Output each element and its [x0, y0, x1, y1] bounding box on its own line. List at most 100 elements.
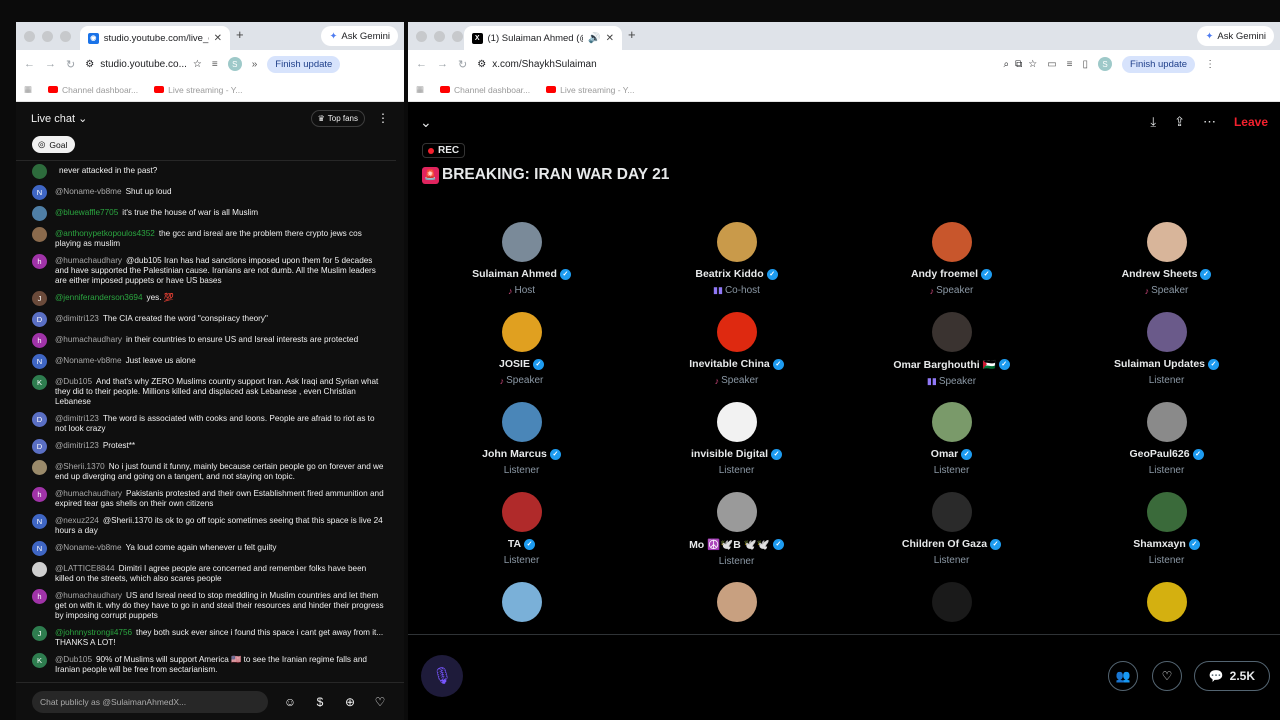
- site-settings-icon[interactable]: ⚙: [477, 59, 486, 70]
- chat-message[interactable]: h @humachaudhary in their countries to ens…: [16, 330, 396, 351]
- participant-avatar[interactable]: [501, 582, 542, 622]
- finish-update-button[interactable]: Finish update: [1122, 55, 1196, 73]
- participant-avatar[interactable]: [501, 492, 542, 532]
- extensions-icon[interactable]: ≡: [1067, 59, 1073, 70]
- author-name[interactable]: @humachaudhary: [55, 489, 122, 498]
- author-name[interactable]: @Dub105: [55, 377, 92, 386]
- author-name[interactable]: @Noname-vb8me: [55, 187, 122, 196]
- chat-message[interactable]: h @humachaudhary US and Isreal need to sto…: [16, 586, 396, 623]
- reload-icon[interactable]: ↻: [458, 58, 467, 71]
- participant-avatar[interactable]: [716, 582, 757, 622]
- chat-mode-dropdown[interactable]: Live chat ⌄: [31, 112, 87, 125]
- heart-icon[interactable]: ♡: [372, 695, 388, 709]
- reload-icon[interactable]: ↻: [66, 58, 75, 71]
- chat-message[interactable]: D @dimitri123 Protest**: [16, 436, 396, 457]
- author-avatar[interactable]: N: [32, 185, 47, 200]
- author-avatar[interactable]: D: [32, 312, 47, 327]
- participant[interactable]: Andrew Sheets ✓ ♪ Speaker: [1059, 220, 1274, 310]
- reading-list-icon[interactable]: ▭: [1047, 59, 1056, 70]
- author-name[interactable]: @anthonypetkopoulos4352: [55, 229, 155, 238]
- participant[interactable]: Sulaiman Ahmed ✓ ♪ Host: [414, 220, 629, 310]
- author-avatar[interactable]: N: [32, 541, 47, 556]
- back-icon[interactable]: ←: [416, 58, 427, 70]
- profile-avatar[interactable]: S: [1098, 57, 1113, 71]
- author-avatar[interactable]: [32, 227, 47, 242]
- site-settings-icon[interactable]: ⚙: [85, 59, 94, 70]
- participant[interactable]: Andy froemel ✓ ♪ Speaker: [844, 220, 1059, 310]
- back-icon[interactable]: ←: [24, 58, 35, 70]
- author-avatar[interactable]: h: [32, 333, 47, 348]
- zoom-icon[interactable]: ⌕: [1004, 59, 1010, 70]
- bookmark-channel-dashboard[interactable]: Channel dashboar...: [48, 85, 138, 95]
- window-controls[interactable]: [24, 31, 71, 42]
- ask-gemini-button[interactable]: ✦ Ask Gemini: [1197, 26, 1274, 46]
- collapse-chevron-icon[interactable]: ⌄: [420, 114, 432, 131]
- participant[interactable]: Inevitable China ✓ ♪ Speaker: [629, 310, 844, 400]
- author-avatar[interactable]: h: [32, 589, 47, 604]
- author-avatar[interactable]: D: [32, 412, 47, 427]
- participant[interactable]: John Marcus ✓ Listener: [414, 400, 629, 490]
- author-name[interactable]: @humachaudhary: [55, 591, 122, 600]
- close-icon[interactable]: ✕: [214, 33, 222, 44]
- leave-button[interactable]: Leave: [1234, 115, 1268, 129]
- super-chat-icon[interactable]: $: [312, 695, 328, 709]
- chat-message[interactable]: D @dimitri123 The CIA created the word "co…: [16, 309, 396, 330]
- participant-avatar[interactable]: [931, 402, 972, 442]
- speaker-icon[interactable]: 🔊: [588, 33, 600, 44]
- chat-message[interactable]: N @Noname-vb8me Ya loud come again wheneve…: [16, 538, 396, 559]
- chat-message[interactable]: N @Noname-vb8me Shut up loud: [16, 182, 396, 203]
- author-avatar[interactable]: [32, 206, 47, 221]
- author-avatar[interactable]: N: [32, 514, 47, 529]
- participant[interactable]: Children Of Gaza ✓ Listener: [844, 490, 1059, 580]
- goal-button[interactable]: ◎ Goal: [32, 136, 76, 153]
- author-avatar[interactable]: [32, 562, 47, 577]
- bookmark-channel-dashboard[interactable]: Channel dashboar...: [440, 85, 530, 95]
- participant[interactable]: Shamxayn ✓ Listener: [1059, 490, 1274, 580]
- author-name[interactable]: @bluewaffle7705: [55, 208, 118, 217]
- overflow-icon[interactable]: »: [252, 59, 258, 70]
- address-bar[interactable]: ⚙ studio.youtube.co... ☆: [85, 59, 202, 70]
- sidebar-icon[interactable]: ▯: [1083, 59, 1089, 70]
- participant-avatar[interactable]: [1146, 222, 1187, 262]
- author-name[interactable]: @Noname-vb8me: [55, 356, 122, 365]
- chat-messages[interactable]: never attacked in the past? N @Noname-vb8m…: [16, 160, 396, 682]
- chat-message[interactable]: @LATTICE8844 Dimitri I agree people are c…: [16, 559, 396, 586]
- author-avatar[interactable]: h: [32, 254, 47, 269]
- chat-message[interactable]: N @nexuz224 @Sherii.1370 its ok to go off …: [16, 511, 396, 538]
- extensions-icon[interactable]: ≡: [212, 59, 218, 70]
- participant[interactable]: Mo ☮️🕊️B 🕊️🕊️ ✓ Listener: [629, 490, 844, 580]
- author-name[interactable]: @dimitri123: [55, 441, 99, 450]
- tab-youtube-studio[interactable]: ◉ studio.youtube.com/live_chat ✕: [80, 26, 230, 50]
- author-avatar[interactable]: K: [32, 653, 47, 668]
- mic-button[interactable]: 🎙: [421, 655, 463, 697]
- participant[interactable]: JOSIE ✓ ♪ Speaker: [414, 310, 629, 400]
- author-avatar[interactable]: [32, 164, 47, 179]
- author-name[interactable]: @humachaudhary: [55, 335, 122, 344]
- minimize-space-icon[interactable]: ⤓: [1150, 114, 1156, 130]
- finish-update-button[interactable]: Finish update: [267, 55, 341, 73]
- author-avatar[interactable]: J: [32, 291, 47, 306]
- author-name[interactable]: @dimitri123: [55, 314, 99, 323]
- address-bar[interactable]: ⚙ x.com/ShaykhSulaiman ⌕ ⧉ ☆: [477, 59, 1037, 70]
- people-button[interactable]: 👥: [1108, 661, 1138, 691]
- bookmark-live-streaming[interactable]: Live streaming - Y...: [546, 85, 634, 95]
- participant-avatar[interactable]: [931, 492, 972, 532]
- participant-avatar[interactable]: [931, 222, 972, 262]
- apps-icon[interactable]: ▦: [416, 84, 424, 95]
- author-avatar[interactable]: h: [32, 487, 47, 502]
- author-avatar[interactable]: J: [32, 626, 47, 641]
- author-avatar[interactable]: D: [32, 439, 47, 454]
- participant-avatar[interactable]: [1146, 402, 1187, 442]
- reactions-button[interactable]: ♡: [1152, 661, 1182, 691]
- participant-avatar[interactable]: [931, 582, 972, 622]
- chat-message[interactable]: @bluewaffle7705 it's true the house of wa…: [16, 203, 396, 224]
- chat-message[interactable]: h @humachaudhary Pakistanis protested and …: [16, 484, 396, 511]
- chat-message[interactable]: N @Noname-vb8me Just leave us alone: [16, 351, 396, 372]
- url-text[interactable]: x.com/ShaykhSulaiman: [492, 59, 997, 70]
- participant[interactable]: TA ✓ Listener: [414, 490, 629, 580]
- participant[interactable]: Omar ✓ Listener: [844, 400, 1059, 490]
- author-avatar[interactable]: K: [32, 375, 47, 390]
- tab-x-profile[interactable]: X (1) Sulaiman Ahmed (@Sh 🔊 ✕: [464, 26, 622, 50]
- forward-icon[interactable]: →: [45, 58, 56, 70]
- chat-message[interactable]: h @humachaudhary @dub105 Iran has had sanc…: [16, 251, 396, 288]
